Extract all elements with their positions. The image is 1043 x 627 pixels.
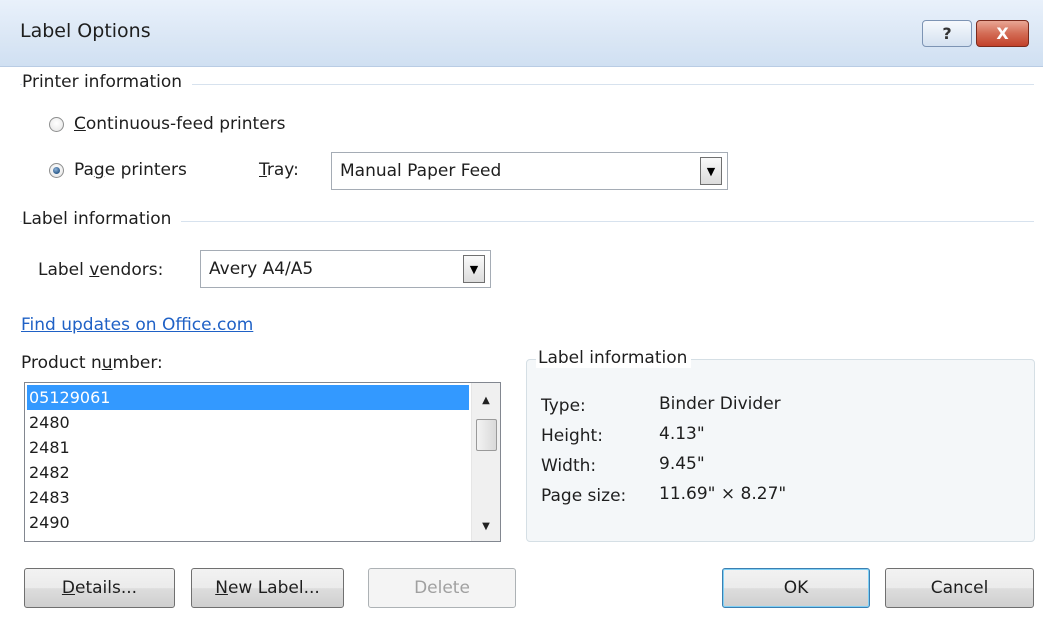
find-updates-link[interactable]: Find updates on Office.com <box>21 315 253 335</box>
new-label-button[interactable]: New Label... <box>191 568 344 608</box>
continuous-feed-radio[interactable] <box>49 116 64 132</box>
cancel-button[interactable]: Cancel <box>885 568 1034 608</box>
product-number-label: Product number: <box>21 353 163 373</box>
tray-dropdown-icon[interactable]: ▼ <box>700 157 722 185</box>
list-item[interactable]: 2482 <box>27 460 469 485</box>
page-size-value: 11.69" × 8.27" <box>659 484 787 504</box>
window-title: Label Options <box>20 20 151 42</box>
page-printers-label: Page printers <box>74 160 187 180</box>
title-bar: Label Options ? X <box>0 0 1043 67</box>
tray-select[interactable]: Manual Paper Feed ▼ <box>331 152 728 190</box>
page-printers-radio[interactable] <box>49 162 64 178</box>
label-details-box <box>526 359 1035 542</box>
list-item[interactable]: 2490 <box>27 510 469 535</box>
list-item[interactable]: 05129061 <box>27 385 469 410</box>
tray-value: Manual Paper Feed <box>340 161 502 181</box>
label-info-heading: Label information <box>22 209 182 229</box>
close-icon: X <box>996 24 1009 43</box>
label-vendors-value: Avery A4/A5 <box>209 259 314 279</box>
ok-button[interactable]: OK <box>722 568 870 608</box>
scroll-up-icon[interactable]: ▲ <box>472 389 500 411</box>
height-key: Height: <box>541 426 603 446</box>
tray-label: Tray: <box>259 160 299 180</box>
close-button[interactable]: X <box>976 20 1029 47</box>
list-item[interactable]: 2480 <box>27 410 469 435</box>
delete-button[interactable]: Delete <box>368 568 516 608</box>
product-number-list[interactable]: 05129061 2480 2481 2482 2483 2490 ▲ ▼ <box>24 382 501 542</box>
label-vendors-label: Label vendors: <box>38 260 164 280</box>
page-printers-option[interactable]: Page printers <box>49 160 187 180</box>
scrollbar-thumb[interactable] <box>476 419 497 451</box>
label-details-legend: Label information <box>536 348 692 368</box>
label-vendors-dropdown-icon[interactable]: ▼ <box>463 255 485 283</box>
help-button[interactable]: ? <box>922 20 972 47</box>
width-key: Width: <box>541 456 597 476</box>
help-icon: ? <box>942 24 952 43</box>
type-value: Binder Divider <box>659 394 781 414</box>
height-value: 4.13" <box>659 424 705 444</box>
continuous-feed-option[interactable]: Continuous-feed printers <box>49 114 286 134</box>
product-list-scrollbar[interactable]: ▲ ▼ <box>471 383 500 541</box>
list-item[interactable]: 2481 <box>27 435 469 460</box>
list-item[interactable]: 2483 <box>27 485 469 510</box>
width-value: 9.45" <box>659 454 705 474</box>
scroll-down-icon[interactable]: ▼ <box>472 515 500 537</box>
printer-info-heading: Printer information <box>22 72 193 92</box>
details-button[interactable]: Details... <box>24 568 175 608</box>
page-size-key: Page size: <box>541 486 627 506</box>
label-options-dialog: Label Options ? X Printer information Co… <box>0 0 1043 627</box>
label-vendors-select[interactable]: Avery A4/A5 ▼ <box>200 250 491 288</box>
continuous-feed-label: Continuous-feed printers <box>74 114 286 134</box>
type-key: Type: <box>541 396 586 416</box>
